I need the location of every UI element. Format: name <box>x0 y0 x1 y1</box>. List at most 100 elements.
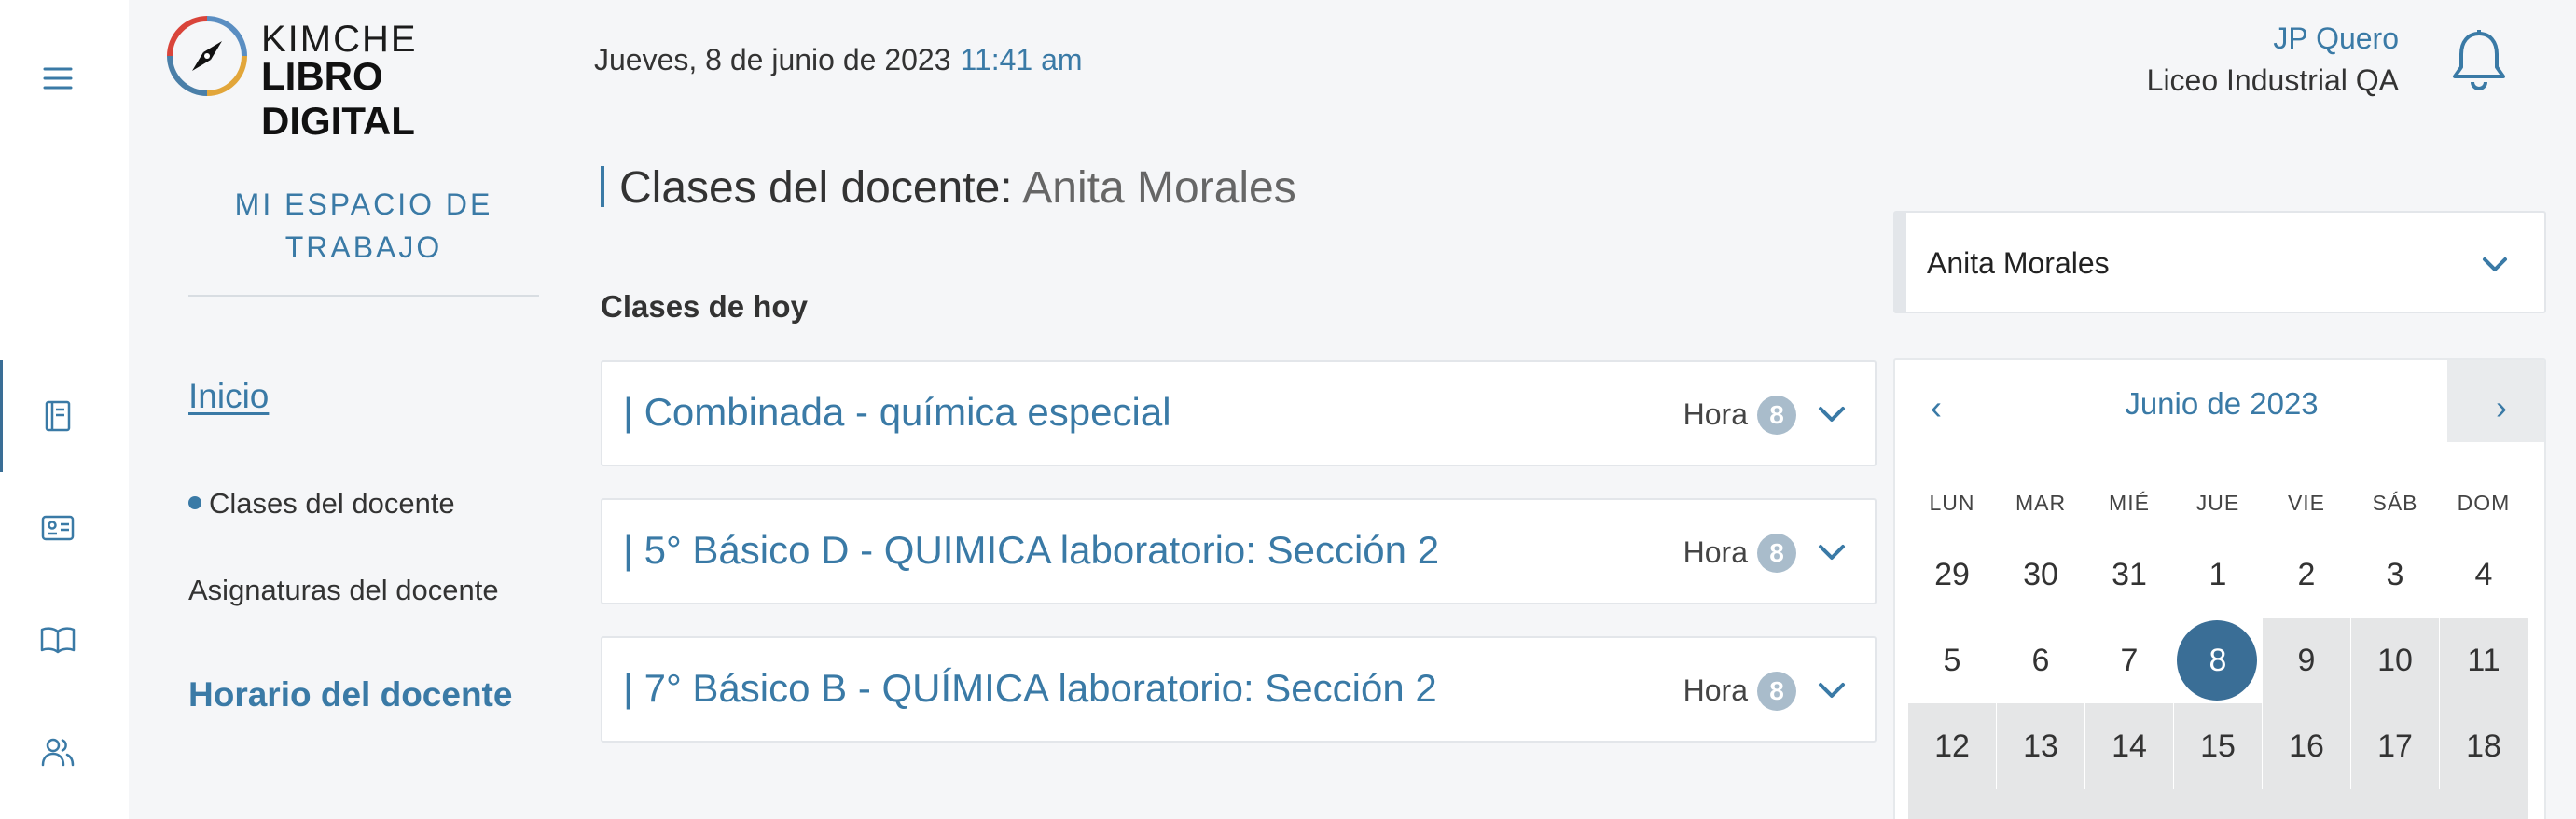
users-icon[interactable] <box>37 731 78 772</box>
day-number: 3 <box>2386 557 2404 592</box>
day-number: 17 <box>2377 729 2413 764</box>
page-title-teacher: Anita Morales <box>1022 163 1296 213</box>
calendar-day-disabled: 13 <box>1997 703 2084 789</box>
calendar-next-week-row <box>1908 789 2528 819</box>
calendar-day[interactable]: 1 <box>2174 532 2262 618</box>
chevron-down-icon[interactable] <box>1815 397 1849 431</box>
class-name: | Combinada - química especial <box>623 390 1171 434</box>
page-title: Clases del docente: Anita Morales <box>601 162 1296 214</box>
calendar-day-disabled: 14 <box>2085 703 2173 789</box>
calendar-day-disabled: 9 <box>2263 618 2350 703</box>
calendar-day-disabled: 15 <box>2174 703 2262 789</box>
chevron-down-icon <box>2483 257 2507 271</box>
weekday-label: MIÉ <box>2109 491 2150 515</box>
calendar-day[interactable]: 2 <box>2263 532 2350 618</box>
hora-label: Hora <box>1683 397 1748 431</box>
user-school: Liceo Industrial QA <box>2146 63 2399 97</box>
weekday-label: DOM <box>2457 491 2511 515</box>
day-number: 30 <box>2023 557 2058 592</box>
day-number: 12 <box>1934 729 1970 764</box>
weekday-label: SÁB <box>2372 491 2418 515</box>
day-number: 4 <box>2474 557 2493 592</box>
chevron-down-icon[interactable] <box>1815 673 1849 707</box>
day-number: 15 <box>2200 729 2236 764</box>
chevron-down-icon[interactable] <box>1815 535 1849 569</box>
calendar-day[interactable]: 4 <box>2440 532 2528 618</box>
calendar-day[interactable]: 31 <box>2085 532 2173 618</box>
compass-logo-icon <box>167 16 247 96</box>
book-icon[interactable] <box>37 396 78 437</box>
kimche-logo[interactable]: KIMCHE LIBRO DIGITAL <box>164 13 537 143</box>
day-number: 10 <box>2377 643 2413 678</box>
open-book-icon[interactable] <box>37 619 78 660</box>
title-accent-bar <box>601 166 604 208</box>
day-number: 16 <box>2289 729 2324 764</box>
day-number: 7 <box>2120 643 2139 678</box>
calendar-day-disabled: 10 <box>2351 618 2439 703</box>
active-dot-icon <box>188 495 201 509</box>
logo-libro-digital-text: LIBRO DIGITAL <box>261 54 415 143</box>
section-label: Clases de hoy <box>601 289 808 324</box>
class-name: | 7° Básico B - QUÍMICA laboratorio: Sec… <box>623 666 1437 710</box>
class-card[interactable]: | Combinada - química especial Hora 8 <box>601 360 1877 466</box>
calendar-day-disabled: 16 <box>2263 703 2350 789</box>
sidebar-item-label: Clases del docente <box>209 487 455 520</box>
workspace-title: MI ESPACIO DE TRABAJO <box>234 187 493 264</box>
day-number: 31 <box>2112 557 2147 592</box>
sidebar-divider <box>188 295 539 297</box>
id-card-icon[interactable] <box>37 507 78 548</box>
day-number: 18 <box>2466 729 2501 764</box>
class-card[interactable]: | 7° Básico B - QUÍMICA laboratorio: Sec… <box>601 636 1877 743</box>
calendar-day-disabled: 18 <box>2440 703 2528 789</box>
calendar-day[interactable]: 30 <box>1997 532 2084 618</box>
day-number: 1 <box>2209 557 2227 592</box>
page-title-prefix: Clases del docente: <box>619 163 1013 213</box>
day-number: 14 <box>2112 729 2147 764</box>
calendar-next-button[interactable]: › <box>2496 388 2507 427</box>
class-name: | 5° Básico D - QUIMICA laboratorio: Sec… <box>623 528 1440 572</box>
weekday-label: JUE <box>2195 491 2240 515</box>
teacher-select-value: Anita Morales <box>1927 246 2110 280</box>
weekday-label: VIE <box>2287 491 2326 515</box>
sidebar-item-inicio[interactable]: Inicio <box>188 377 269 416</box>
bell-icon[interactable] <box>2449 28 2509 93</box>
calendar-month-label: Junio de 2023 <box>2125 386 2319 421</box>
class-card[interactable]: | 5° Básico D - QUIMICA laboratorio: Sec… <box>601 498 1877 604</box>
teacher-select[interactable]: Anita Morales <box>1893 211 2546 313</box>
weekday-label: LUN <box>1929 491 1975 515</box>
date-text: Jueves, 8 de junio de 2023 <box>594 43 951 76</box>
calendar-day-disabled: 11 <box>2440 618 2528 703</box>
calendar-day[interactable]: 7 <box>2085 618 2173 703</box>
sidebar-item-asignaturas-docente[interactable]: Asignaturas del docente <box>188 574 499 607</box>
day-number: 2 <box>2297 557 2316 592</box>
day-number: 8 <box>2209 643 2227 678</box>
day-number: 5 <box>1943 643 1961 678</box>
hora-label: Hora <box>1683 673 1748 707</box>
calendar-day-disabled: 12 <box>1908 703 1996 789</box>
day-number: 29 <box>1934 557 1970 592</box>
rail-active-indicator <box>0 360 3 472</box>
menu-icon[interactable] <box>37 58 78 99</box>
time-text: 11:41 am <box>960 43 1083 76</box>
calendar-day[interactable]: 3 <box>2351 532 2439 618</box>
current-date: Jueves, 8 de junio de 2023 11:41 am <box>594 43 1083 77</box>
calendar-day-selected[interactable]: 8 <box>2174 618 2262 703</box>
day-number: 6 <box>2031 643 2050 678</box>
calendar-day[interactable]: 5 <box>1908 618 1996 703</box>
day-number: 13 <box>2023 729 2058 764</box>
user-name[interactable]: JP Quero <box>2273 21 2399 56</box>
hora-badge: 8 <box>1757 534 1796 573</box>
day-number: 11 <box>2467 643 2500 678</box>
calendar-day-disabled: 17 <box>2351 703 2439 789</box>
sidebar-item-clases-docente[interactable]: Clases del docente <box>188 487 455 521</box>
hora-label: Hora <box>1683 535 1748 569</box>
calendar-day[interactable]: 29 <box>1908 532 1996 618</box>
calendar: ‹ Junio de 2023 › LUN MAR MIÉ JUE VIE SÁ… <box>1893 358 2546 819</box>
weekday-label: MAR <box>2015 491 2067 515</box>
day-number: 9 <box>2297 643 2316 678</box>
left-rail <box>0 0 129 819</box>
hora-badge: 8 <box>1757 672 1796 711</box>
sidebar-item-horario-docente[interactable]: Horario del docente <box>188 675 512 715</box>
calendar-day[interactable]: 6 <box>1997 618 2084 703</box>
hora-badge: 8 <box>1757 396 1796 435</box>
